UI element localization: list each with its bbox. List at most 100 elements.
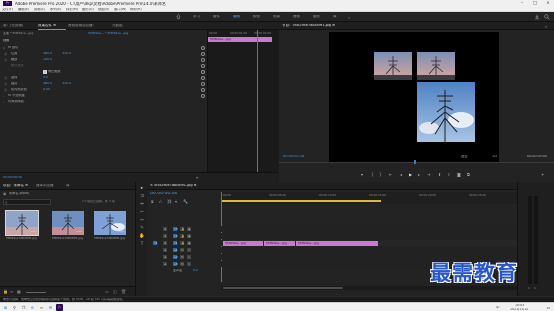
timeline-zoom-scrollbar[interactable] [221, 286, 517, 290]
more-workspaces-icon[interactable]: » [348, 15, 350, 20]
workspace-libraries[interactable]: 库 [333, 15, 337, 19]
comparison-view-icon[interactable]: ⧉ [467, 172, 470, 177]
toggle-output-icon[interactable]: ◉ [187, 227, 191, 231]
workspace-audio[interactable]: 音频 [293, 15, 300, 19]
program-viewer[interactable] [329, 32, 499, 162]
tab-libraries[interactable]: 库 [66, 184, 70, 188]
track-header-v2[interactable]: ⊕ V2 🔒 ◉ [147, 233, 218, 239]
program-monitor-title[interactable]: 节目：5f4f29ce7d8c89f1.jpg ≡ [282, 24, 335, 28]
list-view-icon[interactable]: ≡ [10, 289, 13, 294]
maximize-icon[interactable]: □ [529, 0, 541, 7]
timeline-timecode[interactable]: 00:00:00:00 [150, 192, 177, 197]
master-volume-value[interactable]: 0.0 [193, 269, 198, 272]
reset-icon[interactable] [201, 46, 205, 50]
workspace-assembly[interactable]: 组件 [213, 15, 220, 19]
clear-icon[interactable]: 🗑 [121, 289, 126, 294]
reset-icon[interactable] [201, 64, 205, 68]
track-label[interactable]: A3 [173, 262, 178, 266]
fx-anchor-y[interactable]: 330.0 [62, 82, 71, 85]
new-bin-icon[interactable]: ▭ [105, 289, 109, 294]
go-out-icon[interactable]: ⇥ [427, 172, 430, 177]
add-marker-icon[interactable]: ▾ [175, 199, 177, 204]
scrollbar-thumb[interactable] [223, 287, 343, 289]
reset-icon[interactable] [201, 94, 205, 98]
tab-metadata[interactable]: 元数据 [112, 24, 123, 28]
edge-icon[interactable]: e [29, 304, 36, 311]
tab-effect-controls[interactable]: 效果控件 ≡ [38, 24, 56, 28]
solo-track-icon[interactable]: S [187, 262, 191, 266]
icon-view-icon[interactable]: ▦ [17, 289, 21, 294]
reset-icon[interactable] [201, 70, 205, 74]
pen-tool-icon[interactable]: ✎ [139, 226, 145, 232]
track-label[interactable]: V3 [173, 227, 178, 231]
menu-edit[interactable]: 编辑(E) [18, 8, 29, 11]
tab-media-browser[interactable]: 媒体浏览器 [36, 184, 54, 188]
fx-current-time[interactable]: 00:00:00:00 [3, 176, 22, 179]
selection-tool-icon[interactable]: ▸ [139, 186, 145, 192]
reset-icon[interactable] [201, 58, 205, 62]
track-header-a1[interactable]: ⊕ A1 M S [147, 247, 218, 253]
menu-graphics[interactable]: 图形(G) [82, 8, 94, 11]
track-header-a2[interactable]: ⊕ A2 M S [147, 254, 218, 260]
fx-scale-value[interactable]: 100.0 [43, 58, 52, 61]
home-icon[interactable] [176, 14, 181, 19]
export-frame-icon[interactable]: ◙ [457, 172, 461, 177]
solo-right-icon[interactable]: S [534, 286, 536, 290]
hand-tool-icon[interactable]: ✋ [139, 234, 145, 240]
program-playhead[interactable] [414, 160, 416, 164]
lock-icon[interactable]: 🔒 [3, 289, 8, 294]
fx-position-x[interactable]: 480.0 [43, 52, 52, 55]
toggle-sync-lock-icon[interactable]: ⊕ [163, 262, 167, 266]
step-forward-icon[interactable]: ▸ [418, 172, 420, 177]
search-icon[interactable]: ⚲ [11, 304, 18, 311]
fx-clip-bar[interactable]: 5f4f29ce...jpg [208, 37, 272, 42]
menu-help[interactable]: 帮助(H) [130, 8, 142, 11]
stopwatch-icon[interactable]: ◷ [4, 88, 7, 92]
minimize-icon[interactable]: – [516, 0, 528, 7]
settings-wrench-icon[interactable]: 🔧 [183, 199, 188, 204]
menu-window[interactable]: 窗口(W) [114, 8, 126, 11]
track-header-v3[interactable]: ⊕ V3 🔒 ◉ [147, 226, 218, 232]
track-header-master[interactable]: 主声道 0.0 [147, 268, 218, 274]
zoom-slider[interactable] [26, 291, 46, 293]
workspace-effects[interactable]: 效果 [273, 15, 280, 19]
reset-icon[interactable] [201, 82, 205, 86]
menu-view[interactable]: 视图(V) [98, 8, 109, 11]
fx-antiflicker-value[interactable]: 0.00 [43, 88, 50, 91]
lock-track-icon[interactable]: 🔒 [180, 234, 184, 238]
toggle-sync-lock-icon[interactable]: ⊕ [163, 241, 167, 245]
work-area-bar[interactable] [221, 200, 381, 202]
workspace-learn[interactable]: 学习 [193, 15, 200, 19]
mute-track-icon[interactable]: M [180, 262, 184, 266]
source-patch-v1[interactable]: V1 [153, 241, 158, 245]
mark-out-icon[interactable]: { [371, 172, 374, 177]
premiere-icon[interactable]: Pr [56, 304, 63, 311]
toggle-sync-lock-icon[interactable]: ⊕ [163, 227, 167, 231]
step-back-icon[interactable]: ◂ [400, 172, 402, 177]
solo-track-icon[interactable]: S [187, 248, 191, 252]
timeline-ruler[interactable]: 00:00 00:00:05:00 00:00:10:00 00:00:15:0… [221, 192, 517, 204]
fx-playhead[interactable] [257, 30, 258, 176]
workspace-graphics[interactable]: 图形 [313, 15, 320, 19]
stopwatch-icon[interactable]: ◷ [4, 52, 7, 56]
search-icon[interactable] [544, 14, 550, 20]
toggle-sync-lock-icon[interactable]: ⊕ [163, 234, 167, 238]
expand-chevron-icon[interactable]: › [3, 94, 4, 98]
track-label[interactable]: V2 [173, 234, 178, 238]
lock-track-icon[interactable]: 🔒 [180, 241, 184, 245]
panel-menu-icon[interactable]: » [545, 24, 547, 29]
uniform-scale-checkbox[interactable] [43, 70, 47, 74]
toggle-sync-lock-icon[interactable]: ⊕ [163, 248, 167, 252]
razor-tool-icon[interactable]: ✂ [139, 210, 145, 216]
linked-selection-icon[interactable]: ⛓ [167, 199, 172, 204]
lock-track-icon[interactable]: 🔒 [180, 227, 184, 231]
menu-file[interactable]: 文件(F) [2, 8, 13, 11]
track-label[interactable]: A2 [173, 255, 178, 259]
type-tool-icon[interactable]: T [139, 242, 145, 248]
new-item-icon[interactable]: ◫ [113, 289, 117, 294]
quick-export-icon[interactable] [534, 14, 540, 20]
stopwatch-icon[interactable]: ◷ [4, 58, 7, 62]
project-search-input[interactable]: ⚲ [3, 199, 51, 205]
ripple-edit-tool-icon[interactable]: ⇹ [139, 202, 145, 208]
stopwatch-icon[interactable]: ◷ [4, 82, 7, 86]
